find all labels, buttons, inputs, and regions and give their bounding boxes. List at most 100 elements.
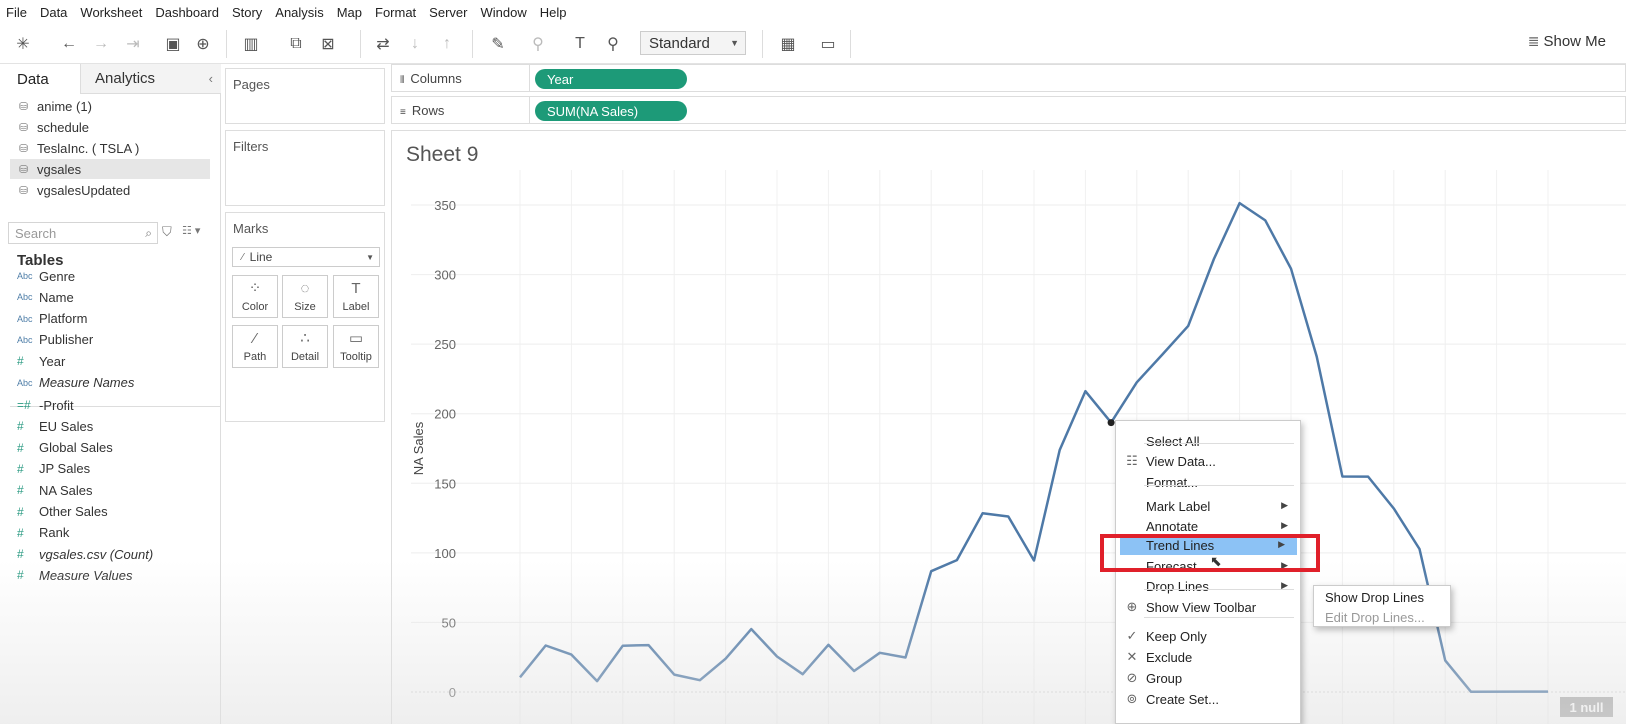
tab-analytics[interactable]: Analytics ‹ — [80, 64, 221, 94]
tableau-logo-icon[interactable]: ✳ — [10, 33, 36, 55]
field-item[interactable]: # JP Sales — [17, 459, 90, 479]
field-item[interactable]: =# -Profit — [17, 395, 74, 415]
menu-item-forecast[interactable]: Forecast ▶ — [1116, 556, 1300, 576]
rows-pill-na-sales[interactable]: SUM(NA Sales) — [535, 101, 687, 121]
show-me-button[interactable]: ≣ Show Me — [1528, 33, 1606, 50]
menu-item-create-set[interactable]: ⊚ Create Set... — [1116, 689, 1300, 709]
new-worksheet-icon[interactable]: ▥ — [238, 33, 264, 55]
datasource-item[interactable]: ⛁ vgsalesUpdated — [10, 180, 210, 200]
menu-data[interactable]: Data — [40, 5, 67, 20]
show-drop-lines-item[interactable]: Show Drop Lines — [1314, 587, 1450, 607]
menu-item-trend-lines[interactable]: Trend Lines ▶ — [1120, 535, 1297, 555]
number-type-icon: # — [17, 419, 24, 434]
redo-icon[interactable]: → — [88, 33, 114, 55]
replay-icon[interactable]: ⇥ — [120, 33, 146, 55]
sort-asc-icon[interactable]: ↓ — [402, 33, 428, 55]
menu-file[interactable]: File — [6, 5, 27, 20]
datasource-item[interactable]: ⛁ TeslaInc. ( TSLA ) — [10, 138, 210, 158]
field-item[interactable]: Abc Genre — [17, 266, 75, 286]
field-item[interactable]: # Other Sales — [17, 502, 108, 522]
menu-item-mark-label[interactable]: Mark Label ▶ — [1116, 496, 1300, 516]
presentation-icon[interactable]: ▭ — [815, 33, 841, 55]
clear-sheet-icon[interactable]: ⊠ — [315, 33, 341, 55]
tab-data[interactable]: Data — [0, 64, 80, 94]
mark-type-select[interactable]: ⁄ Line ▼ — [232, 247, 380, 267]
menu-window[interactable]: Window — [480, 5, 526, 20]
rows-shelf[interactable]: ≡ Rows SUM(NA Sales) — [391, 96, 1626, 124]
show-me-icon: ≣ — [1527, 33, 1540, 49]
size-button[interactable]: ◌ Size — [282, 275, 328, 318]
detail-icon: ∴ — [300, 330, 310, 347]
field-item[interactable]: # Measure Values — [17, 565, 132, 585]
y-axis-label: NA Sales — [411, 421, 426, 475]
duplicate-sheet-icon[interactable]: ⧉ — [283, 33, 309, 55]
search-icon: ⌕ — [145, 226, 152, 240]
datasource-item[interactable]: ⛁ vgsales — [10, 159, 210, 179]
field-item[interactable]: # vgsales.csv (Count) — [17, 544, 153, 564]
group-members-icon[interactable]: ⚲ — [525, 33, 551, 55]
filters-card[interactable]: Filters — [225, 130, 385, 206]
field-item[interactable]: # Year — [17, 351, 65, 371]
pin-icon[interactable]: ⚲ — [600, 33, 626, 55]
columns-pill-year[interactable]: Year — [535, 69, 687, 89]
null-indicator-badge[interactable]: 1 null — [1560, 697, 1613, 717]
swap-icon[interactable]: ⇄ — [370, 33, 396, 55]
menu-item-keep-only[interactable]: ✓ Keep Only — [1116, 626, 1300, 646]
chevron-down-icon: ▼ — [366, 253, 374, 262]
show-cards-icon[interactable]: ▦ — [775, 33, 801, 55]
menu-help[interactable]: Help — [540, 5, 567, 20]
pages-card[interactable]: Pages — [225, 68, 385, 124]
datasource-item[interactable]: ⛁ anime (1) — [10, 96, 210, 116]
sort-desc-icon[interactable]: ↑ — [434, 33, 460, 55]
zoom-icon: ⊕ — [1126, 599, 1138, 614]
menu-item-format[interactable]: Format... — [1116, 472, 1300, 492]
color-button[interactable]: ⁘ Color — [232, 275, 278, 318]
field-item[interactable]: Abc Publisher — [17, 330, 93, 350]
submenu-arrow-icon: ▶ — [1278, 539, 1285, 549]
cards-column: Pages Filters Marks ⁄ Line ▼ ⁘ Color ◌ Size … — [221, 64, 391, 724]
menu-analysis[interactable]: Analysis — [275, 5, 323, 20]
menu-item-show-view-toolbar[interactable]: ⊕ Show View Toolbar — [1116, 597, 1300, 617]
menu-dashboard[interactable]: Dashboard — [155, 5, 219, 20]
columns-shelf[interactable]: ⦀ Columns Year — [391, 64, 1626, 92]
menu-item-select-all[interactable]: Select All — [1116, 431, 1300, 451]
string-type-icon: Abc — [17, 271, 33, 281]
view-options-icon[interactable]: ☷ ▾ — [182, 224, 200, 237]
menu-item-view-data[interactable]: ☷ View Data... — [1116, 451, 1300, 471]
datasource-icon: ⛁ — [19, 121, 29, 134]
menu-item-group[interactable]: ⊘ Group — [1116, 668, 1300, 688]
label-button[interactable]: T Label — [333, 275, 379, 318]
filter-icon[interactable]: ⛉ — [162, 224, 172, 240]
show-labels-icon[interactable]: T — [567, 33, 593, 55]
collapse-icon[interactable]: ‹ — [209, 71, 213, 86]
edit-drop-lines-item: Edit Drop Lines... — [1325, 609, 1425, 625]
undo-icon[interactable]: ← — [56, 33, 82, 55]
save-icon[interactable]: ▣ — [160, 33, 186, 55]
menu-server[interactable]: Server — [429, 5, 467, 20]
menu-map[interactable]: Map — [337, 5, 362, 20]
menu-item-annotate[interactable]: Annotate ▶ — [1116, 516, 1300, 536]
field-item[interactable]: # EU Sales — [17, 416, 93, 436]
field-item[interactable]: Abc Measure Names — [17, 373, 134, 393]
menu-item-drop-lines[interactable]: Drop Lines ▶ — [1116, 576, 1300, 596]
datasource-item[interactable]: ⛁ schedule — [10, 117, 210, 137]
field-item[interactable]: Abc Name — [17, 287, 74, 307]
line-chart[interactable]: 0 50 100 150 200 250 300 350 NA Sales — [391, 130, 1626, 724]
field-item[interactable]: # Rank — [17, 523, 69, 543]
number-type-icon: # — [17, 525, 24, 540]
columns-label: ⦀ Columns — [400, 71, 462, 86]
search-input[interactable]: Search ⌕ — [8, 222, 158, 244]
field-item[interactable]: # NA Sales — [17, 480, 92, 500]
highlight-icon[interactable]: ✎ — [485, 33, 511, 55]
menu-item-exclude[interactable]: ✕ Exclude — [1116, 647, 1300, 667]
menu-worksheet[interactable]: Worksheet — [80, 5, 142, 20]
field-item[interactable]: # Global Sales — [17, 438, 113, 458]
field-item[interactable]: Abc Platform — [17, 309, 87, 329]
path-button[interactable]: ⁄ Path — [232, 325, 278, 368]
tooltip-button[interactable]: ▭ Tooltip — [333, 325, 379, 368]
menu-story[interactable]: Story — [232, 5, 262, 20]
detail-button[interactable]: ∴ Detail — [282, 325, 328, 368]
new-datasource-icon[interactable]: ⊕ — [190, 33, 216, 55]
menu-format[interactable]: Format — [375, 5, 416, 20]
fit-select[interactable]: Standard ▼ — [640, 31, 746, 55]
